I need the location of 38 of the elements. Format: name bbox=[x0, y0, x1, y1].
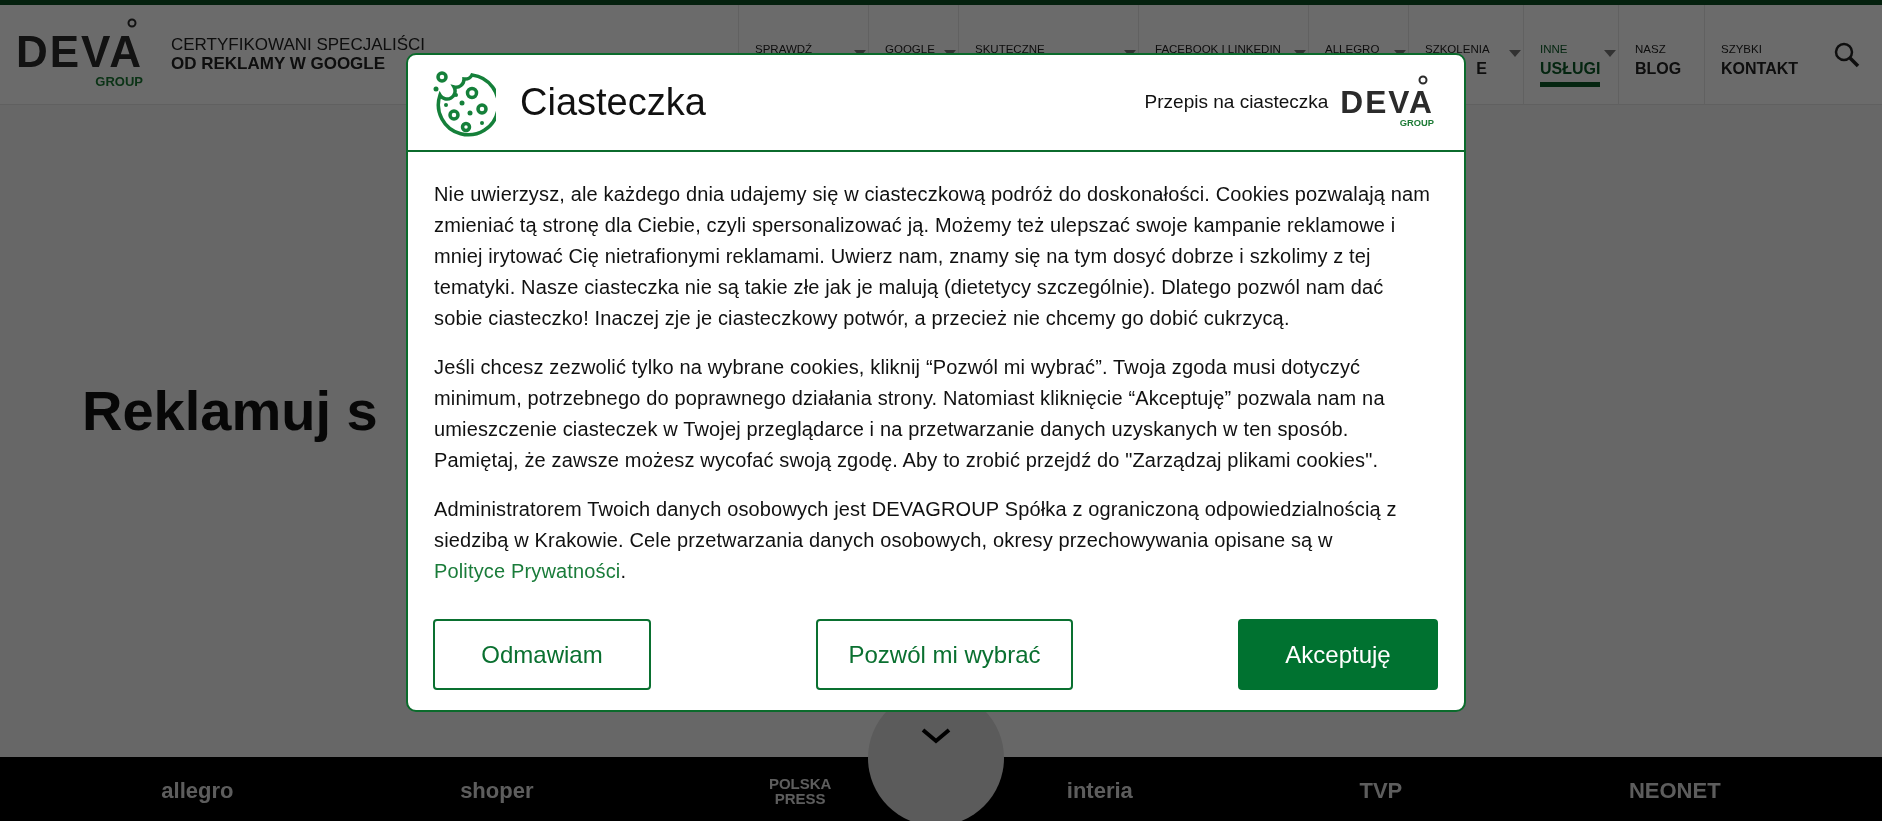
partner-logo: allegro bbox=[161, 780, 234, 802]
search-icon[interactable] bbox=[1834, 41, 1860, 68]
paragraph: Administratorem Twoich danych osobowych jest DEVAGROUP Spółka z ograniczoną odpowiedzialnością z siedzibą w Krakowie. Cele przetwarzania danych osobowych, okresy przechowywania opisane są w Polityce Prywatności. bbox=[434, 497, 1398, 584]
paragraph: Nie uwierzysz, ale każdego dnia udajemy się w ciasteczkową podróż do doskonałości. Cookies pozwalają nam zmieniać tą stronę dla Ciebie, czyli spersonalizować ją. Możemy też ulepszać swoje kampanie reklamowe i mniej irytować Cię nietrafionymi reklamami. Uwierz nam, znamy się na tym dosyć dobrze i szkolimy z tej tematyki. Nasze ciasteczka nie są takie złe jak je malują (dietetycy szczególnie). Dlatego pozwól nam dać sobie ciasteczko! Inaczej zje je ciasteczkowy potwór, a przecież nie chcemy go dobić cukrzycą. bbox=[434, 182, 1432, 331]
nav-link[interactable]: BLOG bbox=[1635, 56, 1682, 82]
chevron-down-icon bbox=[921, 728, 951, 744]
recipe-link[interactable]: Przepis na ciasteczka bbox=[1144, 88, 1329, 117]
paragraph: Jeśli chcesz zezwolić tylko na wybrane cookies, kliknij “Pozwól mi wybrać”. Twoja zgoda musi dotyczyć minimum, potrzebnego do poprawnego działania strony. Natomiast kliknięcie “Akceptuję” pozwala nam na umieszczenie ciasteczek w Twojej przeglądarce i na przetwarzanie danych uzyskanych w ten sposób. Pamiętaj, że zawsze możesz wycofać swoją zgodę. Aby to zrobić przejdź do "Zarządzaj plikami cookies". bbox=[434, 355, 1386, 473]
partner-logo: shoper bbox=[460, 780, 534, 802]
logo[interactable]: DEVA GROUP bbox=[1338, 74, 1438, 131]
dialog-title: Ciasteczka bbox=[520, 80, 706, 125]
nav-link[interactable]: SKUTECZNE bbox=[975, 42, 1045, 57]
hero-heading: Reklamuj s bbox=[82, 378, 378, 445]
nav-link[interactable]: FACEBOOK I LINKEDIN bbox=[1155, 42, 1281, 57]
nav-link[interactable]: USŁUGI bbox=[1540, 56, 1601, 87]
nav-link[interactable]: SPRAWDŹ bbox=[755, 42, 813, 57]
tagline: CERTYFIKOWANI SPECJALIŚCI bbox=[171, 35, 427, 55]
nav-link[interactable]: NASZ bbox=[1635, 42, 1666, 57]
nav-link[interactable]: KONTAKT bbox=[1721, 56, 1799, 82]
partner-logo: POLSKA PRESS bbox=[767, 776, 833, 806]
outline-button[interactable]: Pozwól mi wybrać bbox=[816, 619, 1073, 690]
partner-logo: NEONET bbox=[1628, 780, 1721, 802]
partner-logo: TVP bbox=[1359, 780, 1403, 802]
partner-logo: interia bbox=[1066, 780, 1133, 802]
nav-link[interactable]: ALLEGRO bbox=[1325, 42, 1380, 57]
logo[interactable]: DEVA GROUP bbox=[14, 18, 147, 91]
nav-link[interactable]: GOOGLE bbox=[885, 42, 935, 57]
nav-link[interactable]: INNE bbox=[1540, 42, 1568, 57]
caret-icon[interactable] bbox=[1604, 49, 1616, 58]
nav-link[interactable]: E bbox=[1476, 56, 1487, 82]
nav-link[interactable]: SZKOLENIA bbox=[1425, 42, 1490, 57]
cookie-icon bbox=[432, 68, 496, 137]
nav-link[interactable]: SZYBKI bbox=[1721, 42, 1762, 57]
tagline: OD REKLAMY W GOOGLE bbox=[171, 54, 387, 74]
accept-button[interactable]: Akceptuję bbox=[1238, 619, 1438, 690]
privacy-link[interactable]: Polityce Prywatności bbox=[434, 560, 621, 582]
caret-icon[interactable] bbox=[1509, 49, 1521, 58]
outline-button[interactable]: Odmawiam bbox=[433, 619, 651, 690]
